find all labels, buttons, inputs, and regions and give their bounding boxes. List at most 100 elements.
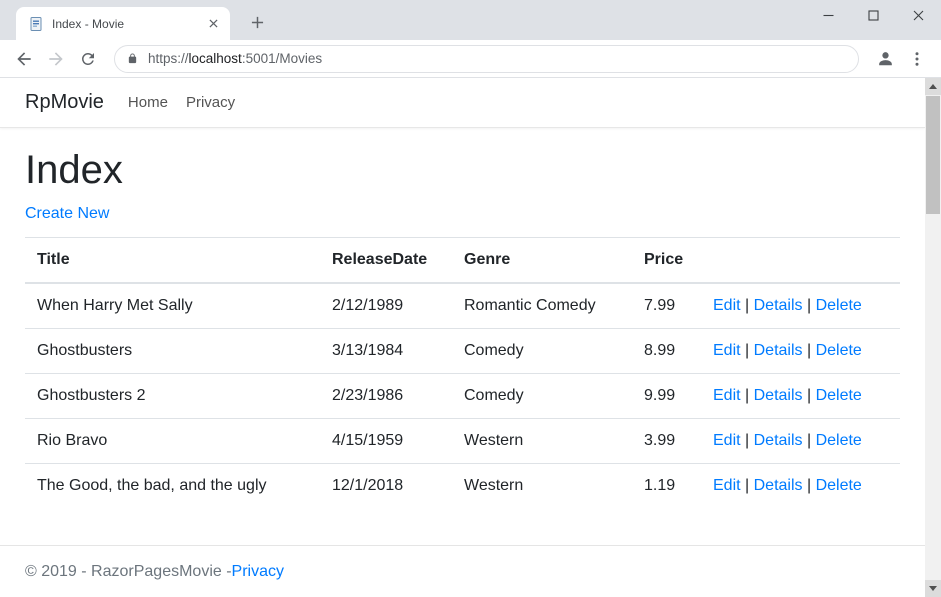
movie-title-cell: The Good, the bad, and the ugly xyxy=(25,464,320,509)
address-bar[interactable]: https://localhost:5001/Movies xyxy=(114,45,859,73)
movie-price-cell: 1.19 xyxy=(632,464,701,509)
action-separator: | xyxy=(741,297,754,314)
movie-genre-cell: Western xyxy=(452,464,632,509)
main-content: Index Create New Title ReleaseDate Genre… xyxy=(0,148,925,508)
site-footer: © 2019 - RazorPagesMovie - Privacy xyxy=(0,545,925,597)
movie-price-cell: 3.99 xyxy=(632,419,701,464)
nav-link-privacy[interactable]: Privacy xyxy=(186,94,235,111)
action-separator: | xyxy=(803,297,816,314)
browser-window: Index - Movie xyxy=(0,0,941,597)
back-icon[interactable] xyxy=(8,43,40,75)
table-row: Rio Bravo 4/15/1959 Western 3.99 Edit | … xyxy=(25,419,900,464)
profile-icon[interactable] xyxy=(869,43,901,75)
delete-link[interactable]: Delete xyxy=(816,477,862,494)
footer-privacy-link[interactable]: Privacy xyxy=(232,563,284,581)
scroll-down-button[interactable] xyxy=(925,580,941,597)
action-separator: | xyxy=(741,432,754,449)
movie-genre-cell: Western xyxy=(452,419,632,464)
page-content: RpMovie Home Privacy Index Create New Ti… xyxy=(0,78,925,597)
movie-actions-cell: Edit | Details | Delete xyxy=(701,283,900,329)
action-separator: | xyxy=(741,477,754,494)
lock-icon xyxy=(127,52,138,65)
edit-link[interactable]: Edit xyxy=(713,432,741,449)
details-link[interactable]: Details xyxy=(754,297,803,314)
movie-price-cell: 7.99 xyxy=(632,283,701,329)
minimize-button[interactable] xyxy=(806,0,851,30)
details-link[interactable]: Details xyxy=(754,387,803,404)
site-navbar: RpMovie Home Privacy xyxy=(0,78,925,128)
delete-link[interactable]: Delete xyxy=(816,432,862,449)
vertical-scrollbar xyxy=(925,78,941,597)
movie-genre-cell: Comedy xyxy=(452,329,632,374)
create-new-link[interactable]: Create New xyxy=(25,205,109,223)
details-link[interactable]: Details xyxy=(754,477,803,494)
table-row: Ghostbusters 2 2/23/1986 Comedy 9.99 Edi… xyxy=(25,374,900,419)
url-text: https://localhost:5001/Movies xyxy=(148,51,322,66)
table-row: The Good, the bad, and the ugly 12/1/201… xyxy=(25,464,900,509)
edit-link[interactable]: Edit xyxy=(713,297,741,314)
movie-actions-cell: Edit | Details | Delete xyxy=(701,464,900,509)
movie-release-date-cell: 12/1/2018 xyxy=(320,464,452,509)
movie-price-cell: 8.99 xyxy=(632,329,701,374)
delete-link[interactable]: Delete xyxy=(816,342,862,359)
details-link[interactable]: Details xyxy=(754,342,803,359)
movie-release-date-cell: 3/13/1984 xyxy=(320,329,452,374)
url-scheme: https:// xyxy=(148,51,189,66)
action-separator: | xyxy=(803,387,816,404)
footer-text: © 2019 - RazorPagesMovie - xyxy=(25,563,232,581)
scrollbar-thumb[interactable] xyxy=(926,96,940,214)
header-actions xyxy=(701,238,900,284)
edit-link[interactable]: Edit xyxy=(713,477,741,494)
edit-link[interactable]: Edit xyxy=(713,387,741,404)
table-row: Ghostbusters 3/13/1984 Comedy 8.99 Edit … xyxy=(25,329,900,374)
tab-favicon-icon xyxy=(28,16,44,32)
brand-link[interactable]: RpMovie xyxy=(25,91,104,114)
movie-genre-cell: Romantic Comedy xyxy=(452,283,632,329)
close-window-button[interactable] xyxy=(896,0,941,30)
table-header-row: Title ReleaseDate Genre Price xyxy=(25,238,900,284)
forward-icon[interactable] xyxy=(40,43,72,75)
browser-tab[interactable]: Index - Movie xyxy=(16,7,230,40)
tab-strip: Index - Movie xyxy=(0,0,941,40)
movie-actions-cell: Edit | Details | Delete xyxy=(701,374,900,419)
header-price: Price xyxy=(632,238,701,284)
maximize-button[interactable] xyxy=(851,0,896,30)
movie-title-cell: When Harry Met Sally xyxy=(25,283,320,329)
movie-release-date-cell: 4/15/1959 xyxy=(320,419,452,464)
movie-actions-cell: Edit | Details | Delete xyxy=(701,419,900,464)
movie-title-cell: Rio Bravo xyxy=(25,419,320,464)
movie-price-cell: 9.99 xyxy=(632,374,701,419)
nav-link-home[interactable]: Home xyxy=(128,94,168,111)
movies-table-body: When Harry Met Sally 2/12/1989 Romantic … xyxy=(25,283,900,508)
new-tab-button[interactable] xyxy=(244,9,270,35)
movie-title-cell: Ghostbusters 2 xyxy=(25,374,320,419)
movie-genre-cell: Comedy xyxy=(452,374,632,419)
action-separator: | xyxy=(741,387,754,404)
delete-link[interactable]: Delete xyxy=(816,387,862,404)
movie-release-date-cell: 2/12/1989 xyxy=(320,283,452,329)
url-host: localhost xyxy=(189,51,242,66)
action-separator: | xyxy=(803,342,816,359)
menu-kebab-icon[interactable] xyxy=(901,43,933,75)
window-controls xyxy=(806,0,941,30)
movie-release-date-cell: 2/23/1986 xyxy=(320,374,452,419)
movie-title-cell: Ghostbusters xyxy=(25,329,320,374)
table-row: When Harry Met Sally 2/12/1989 Romantic … xyxy=(25,283,900,329)
page-title: Index xyxy=(25,148,900,193)
header-release-date: ReleaseDate xyxy=(320,238,452,284)
delete-link[interactable]: Delete xyxy=(816,297,862,314)
header-title: Title xyxy=(25,238,320,284)
movies-table: Title ReleaseDate Genre Price When Harry… xyxy=(25,237,900,508)
action-separator: | xyxy=(803,477,816,494)
details-link[interactable]: Details xyxy=(754,432,803,449)
scroll-up-button[interactable] xyxy=(925,78,941,95)
header-genre: Genre xyxy=(452,238,632,284)
page-viewport: RpMovie Home Privacy Index Create New Ti… xyxy=(0,78,941,597)
refresh-icon[interactable] xyxy=(72,43,104,75)
url-path: :5001/Movies xyxy=(242,51,322,66)
tab-close-icon[interactable] xyxy=(204,15,222,33)
movie-actions-cell: Edit | Details | Delete xyxy=(701,329,900,374)
edit-link[interactable]: Edit xyxy=(713,342,741,359)
tab-title: Index - Movie xyxy=(52,17,204,31)
action-separator: | xyxy=(803,432,816,449)
